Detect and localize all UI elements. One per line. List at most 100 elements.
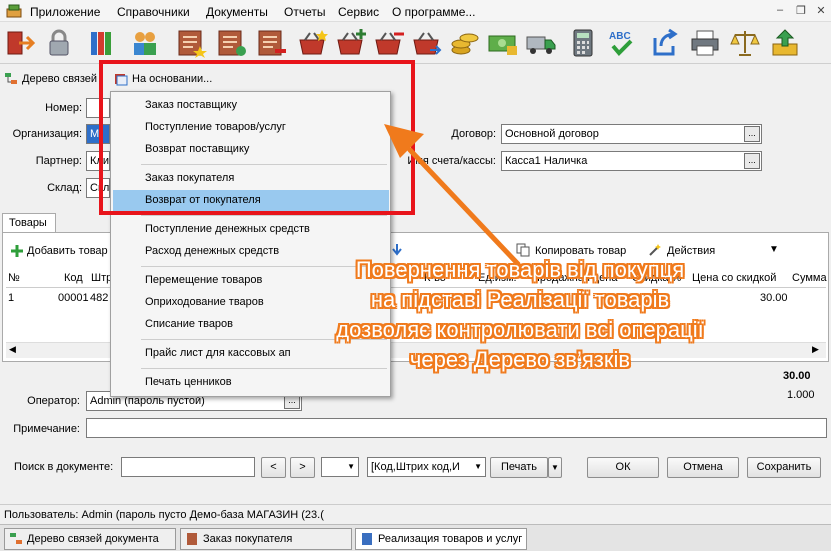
annotation-line: через Дерево зв’язків <box>409 347 631 372</box>
printer-button[interactable] <box>688 27 722 59</box>
document-icon <box>362 533 372 545</box>
coins-icon <box>451 33 479 55</box>
print-button[interactable]: Печать <box>490 457 548 478</box>
warehouse-label: Склад: <box>47 182 82 194</box>
references-button[interactable] <box>86 27 120 59</box>
menu-about[interactable]: О программе... <box>392 5 475 19</box>
basket-plus-icon <box>337 29 366 55</box>
money-icon <box>488 35 517 55</box>
search-input[interactable] <box>121 457 255 477</box>
doc-star-button-2[interactable] <box>214 27 248 59</box>
tab-goods-label: Товары <box>9 217 47 229</box>
annotation-text: Повернення товарів від покупця на підста… <box>290 256 750 406</box>
annotation-line: на підставі Реалізації товарів <box>370 287 670 312</box>
scales-button[interactable] <box>728 27 762 59</box>
note-label: Примечание: <box>13 423 80 435</box>
truck-icon <box>526 36 556 54</box>
search-mode-select[interactable]: [Код,Штрих код,И ▼ <box>367 457 486 477</box>
ok-button[interactable]: ОК <box>587 457 659 478</box>
task-sales[interactable]: Реализация товаров и услуг ( <box>355 528 527 550</box>
books-icon <box>91 32 111 55</box>
doc-star-button-1[interactable] <box>174 27 208 59</box>
chevron-down-icon: ▼ <box>474 462 482 471</box>
print-dropdown-button[interactable]: ▼ <box>548 457 562 478</box>
wand-icon <box>648 243 662 257</box>
search-mode-value: [Код,Штрих код,И <box>371 461 460 473</box>
lock-icon <box>49 29 69 56</box>
basket-star-icon <box>299 30 328 55</box>
contract-select-button[interactable]: ... <box>744 126 760 142</box>
chevron-down-icon: ▼ <box>551 463 559 472</box>
search-scope-select[interactable]: ▼ <box>321 457 359 477</box>
tree-button[interactable]: Дерево связей <box>22 73 97 85</box>
tree-icon <box>10 533 22 544</box>
calculator-icon <box>573 29 593 57</box>
tab-goods[interactable]: Товары <box>2 213 56 233</box>
menu-item-cash-receipt[interactable]: Поступление денежных средств <box>111 219 390 240</box>
scroll-right-icon[interactable]: ▶ <box>812 344 819 355</box>
note-field[interactable] <box>86 418 827 438</box>
doc-minus-button[interactable] <box>254 27 288 59</box>
window-taskbar: Дерево связей документа Заказ покупателя… <box>0 524 831 551</box>
basket-arrow-button[interactable] <box>410 27 444 59</box>
calculator-button[interactable] <box>566 27 600 59</box>
save-button[interactable]: Сохранить <box>747 457 821 478</box>
menu-reports[interactable]: Отчеты <box>284 5 325 19</box>
users-button[interactable] <box>128 27 162 59</box>
doc-star-icon <box>178 30 207 58</box>
minimize-icon[interactable]: – <box>773 4 787 16</box>
exit-button[interactable] <box>4 27 38 59</box>
scroll-left-icon[interactable]: ◀ <box>9 344 16 355</box>
row-code: 00001 <box>58 292 89 304</box>
upload-button[interactable] <box>768 27 802 59</box>
col-num[interactable]: № <box>8 272 20 284</box>
task-doc-tree[interactable]: Дерево связей документа <box>4 528 176 550</box>
org-label: Организация: <box>12 128 82 140</box>
task-customer-order[interactable]: Заказ покупателя <box>180 528 352 550</box>
tree-icon <box>4 72 18 86</box>
menu-references[interactable]: Справочники <box>117 5 190 19</box>
cancel-button[interactable]: Отмена <box>667 457 739 478</box>
basket-plus-button[interactable] <box>334 27 368 59</box>
task-label: Заказ покупателя <box>203 533 293 545</box>
annotation-line: Повернення товарів від покупця <box>355 257 685 282</box>
menu-service[interactable]: Сервис <box>338 5 379 19</box>
chevron-down-icon: ▼ <box>347 462 355 471</box>
col-code[interactable]: Код <box>64 272 83 284</box>
coins-button[interactable] <box>448 27 482 59</box>
add-goods-button[interactable]: Добавить товар <box>27 245 108 257</box>
status-text: Пользователь: Admin (пароль пусто Демо-б… <box>4 509 324 521</box>
account-select-button[interactable]: ... <box>744 153 760 169</box>
search-next-button[interactable]: > <box>290 457 315 478</box>
spellcheck-button[interactable]: ABC <box>604 27 638 59</box>
basket-star-button[interactable] <box>296 27 330 59</box>
app-icon <box>6 4 22 18</box>
restore-icon[interactable]: ❐ <box>794 4 808 17</box>
export-icon <box>653 28 678 56</box>
row-barcode: 482 <box>90 292 109 304</box>
export-button[interactable] <box>648 27 682 59</box>
toolbar: ABC <box>0 22 831 64</box>
menu-bar: Приложение Справочники Документы Отчеты … <box>0 0 831 22</box>
close-icon[interactable]: ✕ <box>814 4 828 17</box>
contract-field[interactable]: Основной договор ... <box>501 124 762 144</box>
actions-dropdown-icon[interactable]: ▼ <box>769 244 779 255</box>
search-prev-button[interactable]: < <box>261 457 286 478</box>
total-qty: 1.000 <box>787 389 815 401</box>
basket-minus-icon <box>375 32 404 55</box>
menu-documents[interactable]: Документы <box>206 5 268 19</box>
money-button[interactable] <box>486 27 520 59</box>
basket-arrow-icon <box>413 32 442 55</box>
status-bar: Пользователь: Admin (пароль пусто Демо-б… <box>0 504 831 524</box>
partner-label: Партнер: <box>35 155 82 167</box>
row-discount-price: 30.00 <box>760 292 788 304</box>
operator-label: Оператор: <box>27 395 80 407</box>
basket-minus-button[interactable] <box>372 27 406 59</box>
account-field[interactable]: Касса1 Наличка ... <box>501 151 762 171</box>
lock-button[interactable] <box>42 27 76 59</box>
users-icon <box>134 32 156 55</box>
col-sum[interactable]: Сумма <box>792 272 827 284</box>
menu-app[interactable]: Приложение <box>30 5 100 19</box>
highlight-box <box>99 60 415 215</box>
truck-button[interactable] <box>524 27 558 59</box>
